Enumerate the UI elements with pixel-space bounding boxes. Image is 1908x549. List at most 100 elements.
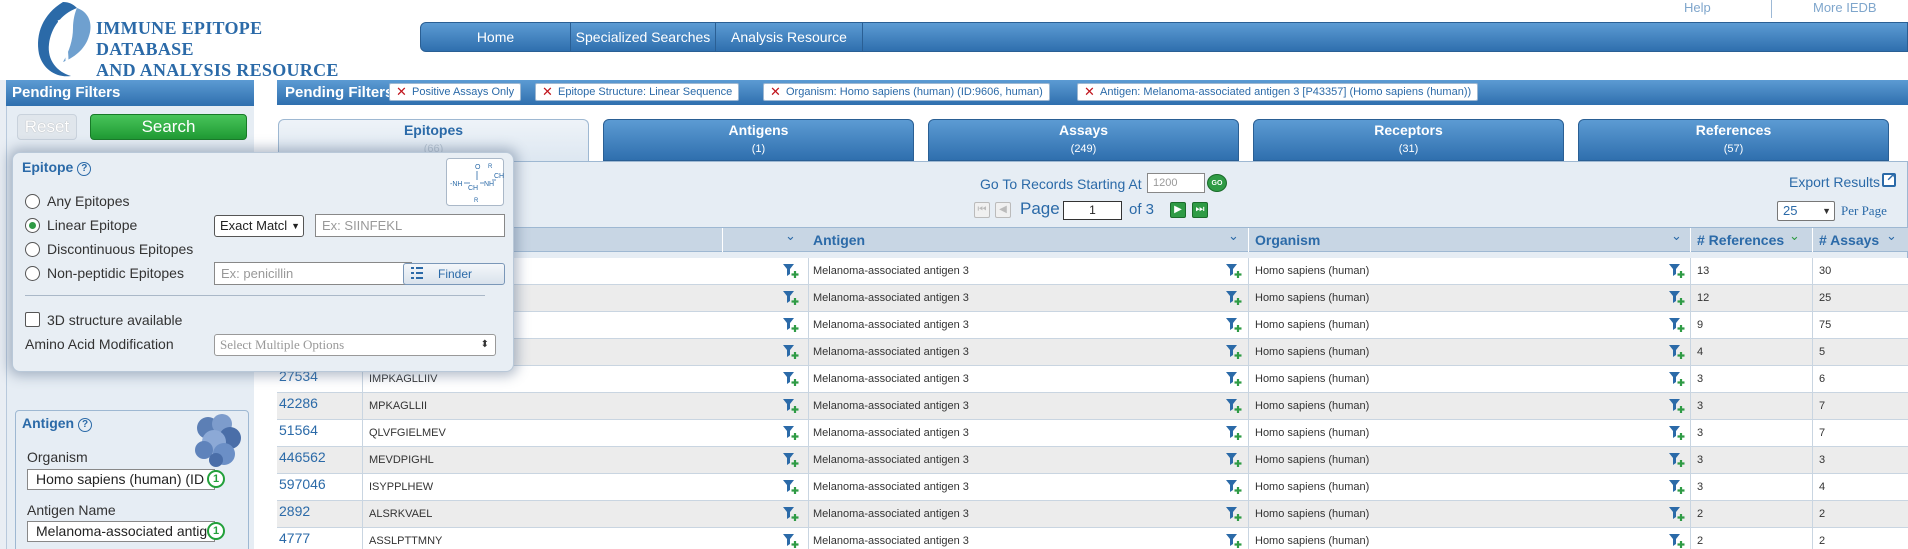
filter-add-icon[interactable] bbox=[782, 479, 799, 495]
more-iedb-link[interactable]: More IEDB bbox=[1813, 0, 1877, 15]
epitope-id-link[interactable]: 42286 bbox=[277, 393, 363, 420]
radio-button[interactable] bbox=[25, 265, 40, 281]
help-icon[interactable]: ? bbox=[78, 418, 93, 432]
chevron-down-icon[interactable]: ⌄ bbox=[1671, 228, 1682, 244]
filter-add-icon[interactable] bbox=[1225, 398, 1242, 414]
filter-add-icon[interactable] bbox=[782, 263, 799, 279]
antigen-name-input[interactable]: Melanoma-associated antig bbox=[27, 521, 215, 542]
filter-add-icon[interactable] bbox=[782, 533, 799, 549]
epitope-id-link[interactable]: 51564 bbox=[277, 420, 363, 447]
table-row[interactable]: Melanoma-associated antigen 3 Homo sapie… bbox=[277, 258, 1908, 285]
help-link[interactable]: Help bbox=[1684, 0, 1711, 15]
filter-add-icon[interactable] bbox=[1668, 533, 1685, 549]
filter-add-icon[interactable] bbox=[1668, 371, 1685, 387]
radio-button[interactable] bbox=[25, 241, 40, 257]
per-page-select[interactable]: 25 ▼ bbox=[1777, 201, 1835, 221]
filter-add-icon[interactable] bbox=[782, 344, 799, 360]
first-page-icon[interactable]: ⏮ bbox=[974, 202, 990, 218]
filter-add-icon[interactable] bbox=[782, 452, 799, 468]
nonpeptidic-input[interactable]: Ex: penicillin bbox=[214, 262, 412, 285]
table-row[interactable]: 42286 MPKAGLLII Melanoma-associated anti… bbox=[277, 393, 1908, 420]
tab-antigens[interactable]: Antigens (1) bbox=[603, 119, 914, 161]
column-header-antigen[interactable]: Antigen bbox=[807, 228, 1249, 252]
table-row[interactable]: 27534 IMPKAGLLIIV Melanoma-associated an… bbox=[277, 366, 1908, 393]
filter-chip-organism[interactable]: ✕ Organism: Homo sapiens (human) (ID:9606… bbox=[763, 83, 1050, 101]
filter-add-icon[interactable] bbox=[1225, 263, 1242, 279]
filter-add-icon[interactable] bbox=[1668, 506, 1685, 522]
chevron-down-icon[interactable]: ⌄ bbox=[1886, 228, 1897, 244]
table-row[interactable]: 446562 MEVDPIGHL Melanoma-associated ant… bbox=[277, 447, 1908, 474]
radio-discontinuous-epitopes[interactable]: Discontinuous Epitopes bbox=[25, 240, 193, 258]
go-button[interactable]: GO bbox=[1207, 174, 1227, 192]
tab-receptors[interactable]: Receptors (31) bbox=[1253, 119, 1564, 161]
amino-acid-modification-select[interactable]: Select Multiple Options ⬍ bbox=[214, 334, 496, 356]
filter-add-icon[interactable] bbox=[1668, 479, 1685, 495]
close-icon[interactable]: ✕ bbox=[1084, 84, 1095, 100]
goto-record-input[interactable]: 1200 bbox=[1147, 173, 1205, 193]
3d-structure-checkbox[interactable] bbox=[25, 312, 40, 327]
filter-add-icon[interactable] bbox=[1668, 344, 1685, 360]
tab-assays[interactable]: Assays (249) bbox=[928, 119, 1239, 161]
filter-add-icon[interactable] bbox=[782, 506, 799, 522]
search-button[interactable]: Search bbox=[90, 114, 247, 140]
filter-add-icon[interactable] bbox=[1668, 263, 1685, 279]
filter-add-icon[interactable] bbox=[782, 425, 799, 441]
sort-desc-icon[interactable]: ⌄ bbox=[1789, 228, 1800, 244]
filter-add-icon[interactable] bbox=[1225, 533, 1242, 549]
radio-button-selected[interactable] bbox=[25, 217, 40, 233]
organism-input[interactable]: Homo sapiens (human) (ID bbox=[27, 469, 215, 490]
table-row[interactable]: Melanoma-associated antigen 3 Homo sapie… bbox=[277, 312, 1908, 339]
chevron-down-icon[interactable]: ⌄ bbox=[1228, 228, 1239, 244]
filter-add-icon[interactable] bbox=[1225, 290, 1242, 306]
close-icon[interactable]: ✕ bbox=[542, 84, 553, 100]
next-page-icon[interactable]: ▶ bbox=[1170, 202, 1186, 218]
table-row[interactable]: Melanoma-associated antigen 3 Homo sapie… bbox=[277, 339, 1908, 366]
filter-add-icon[interactable] bbox=[1225, 479, 1242, 495]
filter-add-icon[interactable] bbox=[1668, 425, 1685, 441]
radio-linear-epitope[interactable]: Linear Epitope bbox=[25, 216, 137, 234]
filter-add-icon[interactable] bbox=[1225, 344, 1242, 360]
filter-add-icon[interactable] bbox=[1225, 506, 1242, 522]
epitope-id-link[interactable]: 597046 bbox=[277, 474, 363, 501]
chevron-down-icon[interactable]: ⌄ bbox=[785, 228, 796, 244]
epitope-id-link[interactable]: 446562 bbox=[277, 447, 363, 474]
export-results-link[interactable]: Export Results bbox=[1789, 174, 1880, 190]
filter-add-icon[interactable] bbox=[782, 290, 799, 306]
iedb-logo[interactable]: IMMUNE EPITOPE DATABASE AND ANALYSIS RES… bbox=[33, 0, 363, 80]
table-row[interactable]: 2892 ALSRKVAEL Melanoma-associated antig… bbox=[277, 501, 1908, 528]
external-link-icon[interactable] bbox=[1882, 170, 1896, 187]
epitope-id-link[interactable]: 2892 bbox=[277, 501, 363, 528]
filter-add-icon[interactable] bbox=[1225, 425, 1242, 441]
filter-add-icon[interactable] bbox=[1668, 398, 1685, 414]
close-icon[interactable]: ✕ bbox=[396, 84, 407, 100]
nav-home[interactable]: Home bbox=[421, 23, 571, 51]
match-type-select[interactable]: Exact Matcl ▼ bbox=[214, 215, 304, 237]
filter-add-icon[interactable] bbox=[1668, 290, 1685, 306]
help-icon[interactable]: ? bbox=[77, 162, 92, 176]
epitope-id-link[interactable]: 4777 bbox=[277, 528, 363, 549]
table-row[interactable]: 597046 ISYPPLHEW Melanoma-associated ant… bbox=[277, 474, 1908, 501]
filter-add-icon[interactable] bbox=[1225, 452, 1242, 468]
filter-chip-positive-assays[interactable]: ✕ Positive Assays Only bbox=[389, 83, 522, 101]
sequence-input[interactable]: Ex: SIINFEKL bbox=[315, 214, 505, 237]
filter-chip-antigen[interactable]: ✕ Antigen: Melanoma-associated antigen 3 … bbox=[1077, 83, 1479, 101]
filter-add-icon[interactable] bbox=[782, 371, 799, 387]
filter-add-icon[interactable] bbox=[1225, 371, 1242, 387]
filter-add-icon[interactable] bbox=[782, 317, 799, 333]
radio-button[interactable] bbox=[25, 193, 40, 209]
filter-chip-epitope-structure[interactable]: ✕ Epitope Structure: Linear Sequence bbox=[535, 83, 740, 101]
nav-analysis-resource[interactable]: Analysis Resource bbox=[716, 23, 863, 51]
filter-add-icon[interactable] bbox=[1668, 317, 1685, 333]
table-row[interactable]: Melanoma-associated antigen 3 Homo sapie… bbox=[277, 285, 1908, 312]
column-header-organism[interactable]: Organism bbox=[1249, 228, 1691, 252]
page-number-input[interactable]: 1 bbox=[1063, 201, 1122, 220]
tab-references[interactable]: References (57) bbox=[1578, 119, 1889, 161]
table-row[interactable]: 4777 ASSLPTTMNY Melanoma-associated anti… bbox=[277, 528, 1908, 549]
close-icon[interactable]: ✕ bbox=[770, 84, 781, 100]
prev-page-icon[interactable]: ◀ bbox=[995, 202, 1011, 218]
filter-add-icon[interactable] bbox=[1668, 452, 1685, 468]
last-page-icon[interactable]: ⏭ bbox=[1192, 202, 1208, 218]
table-row[interactable]: 51564 QLVFGIELMEV Melanoma-associated an… bbox=[277, 420, 1908, 447]
filter-add-icon[interactable] bbox=[782, 398, 799, 414]
finder-button[interactable]: Finder bbox=[403, 263, 505, 285]
